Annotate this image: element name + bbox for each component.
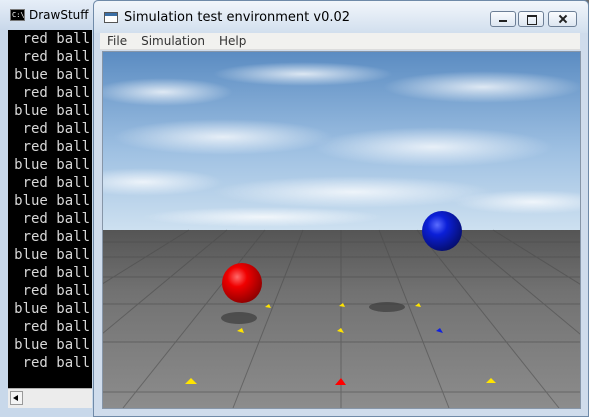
console-line: blue ball: [14, 193, 90, 209]
console-line: blue ball: [14, 337, 90, 353]
scene-canvas: [103, 52, 580, 408]
menu-file[interactable]: File: [100, 34, 134, 48]
menu-help[interactable]: Help: [212, 34, 253, 48]
console-line: red ball: [22, 283, 90, 299]
console-line: red ball: [22, 139, 90, 155]
blue-ball: [422, 211, 462, 251]
console-line: red ball: [22, 31, 90, 47]
console-line: blue ball: [14, 67, 90, 83]
simulation-window: Simulation test environment v0.02 File S…: [93, 0, 589, 417]
red-ball-shadow: [221, 312, 257, 324]
console-line: red ball: [22, 265, 90, 281]
close-button[interactable]: [548, 11, 577, 27]
console-line: red ball: [22, 211, 90, 227]
console-line: blue ball: [14, 247, 90, 263]
maximize-button[interactable]: [518, 11, 544, 27]
console-line: blue ball: [14, 301, 90, 317]
console-line: red ball: [22, 85, 90, 101]
console-titlebar[interactable]: C:\ DrawStuff: [0, 0, 98, 30]
console-line: blue ball: [14, 157, 90, 173]
console-output[interactable]: red ball red ball blue ball red ball blue ba…: [8, 30, 92, 388]
menu-simulation[interactable]: Simulation: [134, 34, 212, 48]
console-line: red ball: [22, 49, 90, 65]
console-line: blue ball: [14, 103, 90, 119]
menu-bar: File Simulation Help: [100, 33, 580, 50]
console-line: red ball: [22, 319, 90, 335]
window-title: Simulation test environment v0.02: [124, 10, 351, 25]
blue-ball-shadow: [369, 302, 405, 312]
app-window-icon: [104, 12, 118, 23]
console-title: DrawStuff: [29, 8, 89, 22]
scroll-left-arrow-icon[interactable]: [10, 391, 23, 405]
command-prompt-icon: C:\: [10, 9, 25, 21]
horizontal-scrollbar[interactable]: [8, 388, 92, 408]
window-titlebar[interactable]: Simulation test environment v0.02: [94, 1, 588, 33]
console-line: red ball: [22, 229, 90, 245]
minimize-button[interactable]: [490, 11, 516, 27]
red-ball: [222, 263, 262, 303]
console-line: red ball: [22, 175, 90, 191]
3d-viewport[interactable]: [102, 51, 581, 409]
console-window: C:\ DrawStuff red ball red ball blue ball r…: [0, 0, 99, 417]
console-line: red ball: [22, 121, 90, 137]
console-line: red ball: [22, 355, 90, 371]
